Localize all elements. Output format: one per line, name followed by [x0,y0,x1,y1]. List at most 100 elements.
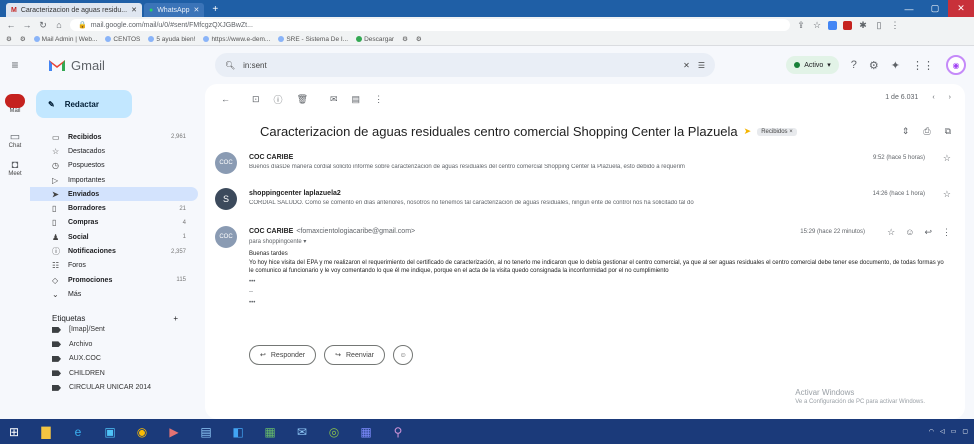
account-avatar[interactable]: ◉ [946,55,966,75]
delete-icon[interactable]: 🗑︎ [297,94,308,105]
apps-grid-icon[interactable]: ⋮⋮ [912,59,934,72]
media-icon[interactable]: ▶ [166,424,182,440]
share-icon[interactable]: ⇪ [796,20,806,31]
gear-icon[interactable]: ⚙ [416,35,422,43]
recipient-line[interactable]: para shoppingcente ▾ [249,238,809,245]
gmail-logo[interactable]: Gmail [48,58,168,73]
add-label-icon[interactable]: + [173,314,178,323]
mark-unread-icon[interactable]: ✉ [330,94,338,105]
excel-icon[interactable]: ▦ [262,424,278,440]
status-selector[interactable]: Activo ▾ [786,56,839,74]
extension-icon[interactable] [843,20,852,30]
bookmark-star-icon[interactable]: ☆ [812,20,822,31]
browser-tab-whatsapp[interactable]: ● WhatsApp ✕ [143,3,205,17]
gemini-sparkle-icon[interactable]: ✦ [891,59,900,72]
rail-chat[interactable]: ▭ Chat [0,130,30,149]
print-icon[interactable]: ⎙ [923,126,930,137]
store-icon[interactable]: ▣ [102,424,118,440]
nav-forums[interactable]: ☷ Foros [30,259,198,273]
open-new-window-icon[interactable]: ⧉ [945,126,951,137]
edge-browser-icon[interactable]: e [70,424,86,440]
move-to-icon[interactable]: ▤ [352,94,361,105]
reply-icon[interactable]: ↩ [924,227,932,238]
nav-social[interactable]: ♟ Social 1 [30,230,198,244]
forward-button[interactable]: ↪ Reenviar [324,345,386,365]
sidepanel-icon[interactable]: ▯ [874,20,884,31]
wifi-icon[interactable]: ◠ [929,428,934,435]
nav-sent[interactable]: ➤ Enviados [30,187,198,202]
trimmed-content-icon[interactable]: ••• [249,299,949,308]
windows-start-icon[interactable]: ⊞ [6,424,22,440]
next-page-icon[interactable]: › [949,94,951,101]
emoji-react-icon[interactable]: ☺ [905,227,914,238]
message-collapsed[interactable]: S shoppingcenter laplazuela2 CORDIAL SAL… [215,188,955,214]
rail-meet[interactable]: ◘ Meet [0,159,30,177]
more-options-icon[interactable]: ⋮ [374,94,383,105]
url-field[interactable]: 🔒 mail.google.com/mail/u/0/#sent/FMfcgzQ… [70,19,790,31]
clear-search-icon[interactable]: ✕ [683,61,690,70]
label-item[interactable]: Archivo [30,337,205,352]
reload-icon[interactable]: ↻ [38,20,48,31]
rail-mail[interactable]: Mail [0,94,30,114]
label-item[interactable]: [Imap]/Sent [30,323,205,338]
emoji-reaction-button[interactable]: ☺ [393,345,414,365]
back-arrow-icon[interactable]: ← [221,94,230,104]
extension-icon[interactable] [828,20,837,30]
more-options-icon[interactable]: ⋮ [942,227,951,238]
volume-icon[interactable]: ◁ [940,428,945,435]
report-spam-icon[interactable]: ⓘ [274,93,283,106]
bookmark-item[interactable]: CENTOS [105,36,140,43]
minimize-icon[interactable]: — [896,0,922,17]
reply-button[interactable]: ↩ Responder [249,345,317,365]
new-tab-icon[interactable]: + [212,3,218,17]
tab-close-icon[interactable]: ✕ [193,6,199,14]
label-item[interactable]: CIRCULAR UNICAR 2014 [30,381,205,396]
bookmark-item[interactable]: 5 ayuda bien! [148,36,195,43]
notification-icon[interactable]: ▢ [962,428,968,435]
search-bar[interactable]: 🔍︎ in:sent ✕ ☰ [215,53,715,77]
search-options-icon[interactable]: ☰ [698,61,705,70]
prev-page-icon[interactable]: ‹ [932,94,934,101]
archive-icon[interactable]: ⊡ [252,94,260,105]
chrome-active-icon[interactable]: ◎ [326,424,342,440]
search-input[interactable]: in:sent [243,61,675,70]
nav-inbox[interactable]: ▭ Recibidos 2,961 [30,130,198,144]
home-icon[interactable]: ⌂ [54,20,64,30]
mail-app-icon[interactable]: ✉ [294,424,310,440]
menu-dots-icon[interactable]: ⋮ [890,20,900,31]
nav-starred[interactable]: ☆ Destacados [30,144,198,158]
star-icon[interactable]: ☆ [943,153,951,164]
tab-close-icon[interactable]: ✕ [131,6,137,14]
chrome-icon[interactable]: ◉ [134,424,150,440]
nav-snoozed[interactable]: ◷ Pospuestos [30,159,198,173]
search-icon[interactable]: 🔍︎ [225,61,235,70]
maximize-icon[interactable]: ▢ [922,0,948,17]
label-chip-inbox[interactable]: Recibidos × [757,127,797,136]
bookmark-item[interactable]: Mail Admin | Web... [33,36,97,43]
gear-icon[interactable]: ⚙ [402,35,408,43]
message-collapsed[interactable]: COC COC CARIBE Buenos díasDe manera cord… [215,152,955,178]
nav-purchases[interactable]: ▯ Compras 4 [30,216,198,230]
search-taskbar-icon[interactable]: ⚲ [390,424,406,440]
quoted-text-toggle-icon[interactable]: ••• [249,278,949,287]
nav-drafts[interactable]: ▯ Borradores 21 [30,201,198,215]
settings-gear-icon[interactable]: ⚙ [869,59,879,72]
back-icon[interactable]: ← [6,20,16,30]
forward-icon[interactable]: → [22,20,32,30]
label-item[interactable]: AUX.COC [30,352,205,367]
apps-icon[interactable]: ⚙ [6,35,12,43]
bookmark-item[interactable]: Descargar [356,36,394,43]
teams-icon[interactable]: ▦ [358,424,374,440]
star-icon[interactable]: ☆ [943,189,951,200]
bookmark-item[interactable]: https://www.e-dem... [203,36,270,43]
battery-icon[interactable]: ▭ [951,428,957,435]
browser-tab-active[interactable]: M Caracterizacion de aguas residu... ✕ [6,3,142,17]
compose-button[interactable]: ✎ Redactar [36,90,132,118]
star-icon[interactable]: ☆ [887,227,895,238]
document-icon[interactable]: ▤ [198,424,214,440]
nav-promotions[interactable]: ◇ Promociones 115 [30,273,198,287]
apps-icon[interactable]: ⚙ [20,35,26,43]
nav-important[interactable]: ▷ Importantes [30,173,198,187]
nav-more[interactable]: ⌄ Más [30,287,198,301]
label-item[interactable]: CHILDREN [30,366,205,381]
